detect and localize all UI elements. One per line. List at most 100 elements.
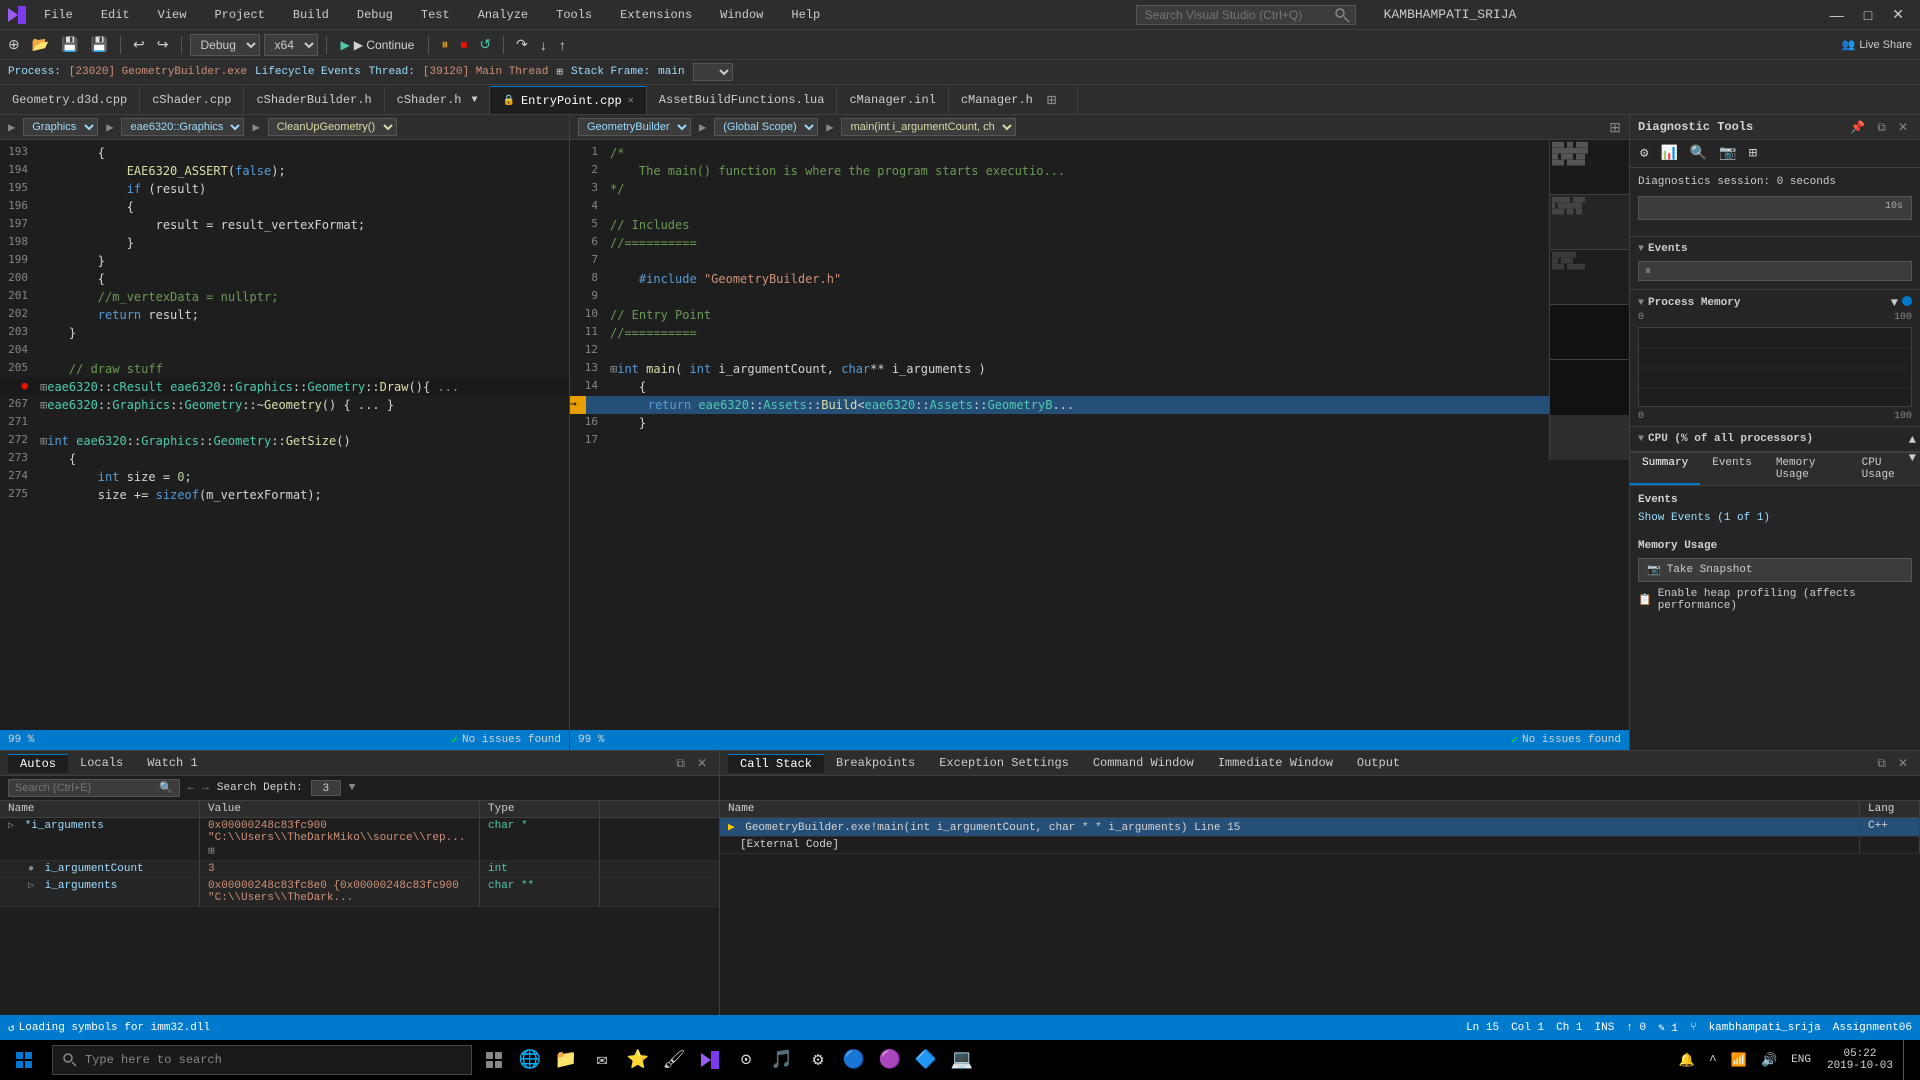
menu-tools[interactable]: Tools: [546, 6, 602, 24]
context-dropdown[interactable]: Graphics: [23, 118, 98, 136]
events-collapse-icon[interactable]: ▼: [1638, 244, 1644, 255]
settings-button[interactable]: ⚙: [800, 1040, 836, 1080]
explorer-button[interactable]: 📁: [548, 1040, 584, 1080]
cs-tab-breakpoints[interactable]: Breakpoints: [824, 754, 927, 773]
diag-search-icon[interactable]: 🔍: [1686, 143, 1711, 164]
cs-tab-command[interactable]: Command Window: [1081, 754, 1206, 773]
lang-label[interactable]: ENG: [1785, 1040, 1817, 1080]
open-button[interactable]: 📂: [28, 34, 53, 55]
pm-filter-icon[interactable]: ▼: [1891, 296, 1898, 310]
pm-collapse-icon[interactable]: ▼: [1638, 298, 1644, 309]
right-code-scroll[interactable]: 1 /* 2 The main() function is where the …: [570, 140, 1549, 730]
cs-tab-output[interactable]: Output: [1345, 754, 1412, 773]
autos-tab-autos[interactable]: Autos: [8, 754, 68, 773]
menu-test[interactable]: Test: [411, 6, 460, 24]
events-search-input[interactable]: [1655, 265, 1905, 277]
expand-arrow2[interactable]: ▷: [28, 881, 34, 892]
show-events-link[interactable]: Show Events (1 of 1): [1638, 512, 1912, 524]
diag-tab-events[interactable]: Events: [1700, 453, 1764, 485]
menu-project[interactable]: Project: [204, 6, 274, 24]
tab-geometry-d3d[interactable]: Geometry.d3d.cpp: [0, 86, 140, 114]
vs-search-input[interactable]: [1136, 5, 1356, 25]
scroll-down-arrow[interactable]: ▼: [1909, 451, 1916, 465]
tab-cmanager-inl[interactable]: cManager.inl: [837, 86, 948, 114]
cs-float-button[interactable]: ⧉: [1873, 755, 1890, 772]
diag-pin-button[interactable]: 📌: [1846, 119, 1869, 135]
tab-cshaderh[interactable]: cShader.h ▼: [385, 86, 491, 114]
menu-extensions[interactable]: Extensions: [610, 6, 702, 24]
star-button[interactable]: ⭐: [620, 1040, 656, 1080]
diag-graph-icon[interactable]: 📊: [1656, 143, 1681, 164]
tab-close-icon[interactable]: ✕: [628, 95, 634, 107]
tab-cshaderbuilder[interactable]: cShaderBuilder.h: [244, 86, 384, 114]
close-button[interactable]: ✕: [1884, 2, 1912, 27]
edge-button[interactable]: 🌐: [512, 1040, 548, 1080]
menu-debug[interactable]: Debug: [347, 6, 403, 24]
live-share-button[interactable]: 👥 Live Share: [1838, 36, 1916, 53]
take-snapshot-button[interactable]: 📷 Take Snapshot: [1638, 558, 1912, 582]
new-project-button[interactable]: ⊕: [4, 34, 24, 55]
menu-file[interactable]: File: [34, 6, 83, 24]
autos-search-input[interactable]: [15, 782, 155, 794]
pause-button[interactable]: ⏸: [437, 34, 452, 55]
cs-tab-immediate[interactable]: Immediate Window: [1206, 754, 1345, 773]
app2-button[interactable]: 🔵: [836, 1040, 872, 1080]
save-button[interactable]: 💾: [57, 34, 82, 55]
menu-view[interactable]: View: [148, 6, 197, 24]
app4-button[interactable]: 🔷: [908, 1040, 944, 1080]
paint-button[interactable]: 🖌: [656, 1040, 692, 1080]
forward-arrow-icon[interactable]: →: [202, 782, 209, 794]
cs-tab-callstack[interactable]: Call Stack: [728, 754, 824, 773]
tab-assetbuild[interactable]: AssetBuildFunctions.lua: [647, 86, 838, 114]
system-clock[interactable]: 05:22 2019-10-03: [1819, 1040, 1901, 1080]
minimize-button[interactable]: —: [1822, 3, 1852, 27]
network-icon[interactable]: 📶: [1725, 1040, 1753, 1080]
tab-entrypoint[interactable]: 🔒 EntryPoint.cpp ✕: [490, 86, 646, 114]
maximize-button[interactable]: □: [1856, 3, 1880, 27]
app5-button[interactable]: 💻: [944, 1040, 980, 1080]
diag-float-button[interactable]: ⧉: [1873, 119, 1890, 136]
autos-tab-watch[interactable]: Watch 1: [135, 754, 209, 773]
cpu-section-header[interactable]: ▼ CPU (% of all processors): [1638, 431, 1912, 447]
sound-icon[interactable]: 🔊: [1755, 1040, 1783, 1080]
cpu-collapse-icon[interactable]: ▼: [1638, 434, 1644, 445]
scope-dropdown[interactable]: eae6320::Graphics: [121, 118, 244, 136]
right-context-dropdown[interactable]: GeometryBuilder: [578, 118, 691, 136]
menu-analyze[interactable]: Analyze: [468, 6, 538, 24]
chevron-icon[interactable]: ^: [1703, 1040, 1723, 1080]
tab-dropdown-icon[interactable]: ▼: [471, 95, 477, 106]
restart-button[interactable]: ↺: [475, 34, 495, 55]
cs-close-button[interactable]: ✕: [1894, 755, 1912, 771]
lifecycle-dropdown[interactable]: Lifecycle Events: [255, 66, 361, 78]
start-button[interactable]: [0, 1040, 48, 1080]
menu-help[interactable]: Help: [781, 6, 830, 24]
platform-dropdown[interactable]: x64: [264, 34, 318, 56]
step-out-button[interactable]: ↑: [555, 35, 570, 55]
menu-edit[interactable]: Edit: [91, 6, 140, 24]
redo-button[interactable]: ↪: [153, 34, 173, 55]
events-section-header[interactable]: ▼ Events: [1638, 241, 1912, 257]
circle-button[interactable]: ⊙: [728, 1040, 764, 1080]
overflow-icon[interactable]: ⊞: [208, 846, 215, 858]
step-over-button[interactable]: ↷: [512, 34, 532, 55]
taskbar-search[interactable]: Type here to search: [52, 1045, 472, 1075]
split-editor-button[interactable]: ⊞: [1609, 119, 1621, 136]
right-function-dropdown[interactable]: main(int i_argumentCount, ch: [841, 118, 1016, 136]
tab-cshader[interactable]: cShader.cpp: [140, 86, 244, 114]
pm-section-header[interactable]: ▼ Process Memory ▼: [1638, 294, 1912, 312]
task-view-button[interactable]: [476, 1040, 512, 1080]
diag-settings-icon[interactable]: ⚙: [1636, 143, 1652, 164]
debug-config-dropdown[interactable]: Debug: [190, 34, 260, 56]
autos-tab-locals[interactable]: Locals: [68, 754, 135, 773]
step-into-button[interactable]: ↓: [536, 35, 551, 55]
diag-camera-icon[interactable]: 📷: [1715, 143, 1740, 164]
continue-button[interactable]: ▶ ▶ Continue: [335, 36, 421, 54]
filter-icon[interactable]: ⊞: [556, 65, 563, 79]
scroll-up-arrow[interactable]: ▲: [1909, 433, 1916, 447]
app1-button[interactable]: 🎵: [764, 1040, 800, 1080]
stop-button[interactable]: ⏹: [456, 34, 471, 55]
left-code-scroll[interactable]: 193 { 194 EAE6320_ASSERT(false); 195 if …: [0, 140, 569, 750]
stack-frame-dropdown[interactable]: [693, 63, 733, 81]
mail-button[interactable]: ✉: [584, 1040, 620, 1080]
diag-close-button[interactable]: ✕: [1894, 119, 1912, 135]
